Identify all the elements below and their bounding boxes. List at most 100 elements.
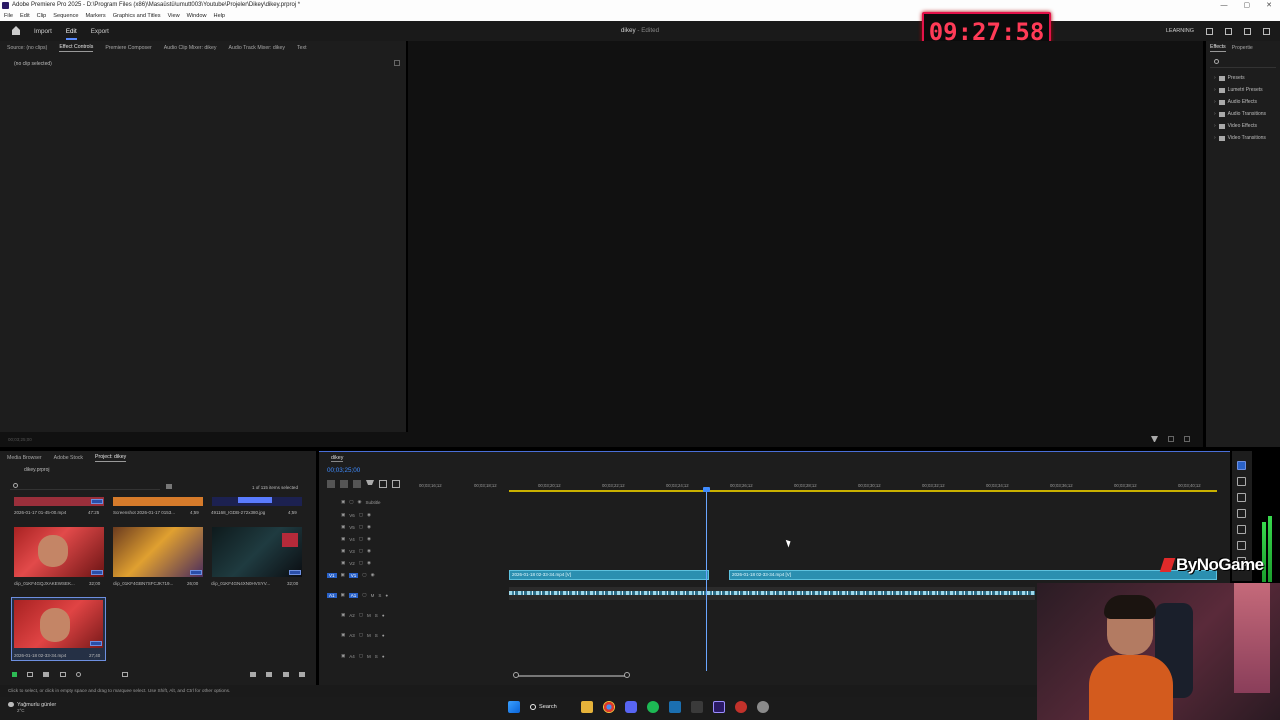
- obs-icon[interactable]: [734, 701, 747, 713]
- toggle-sync-icon[interactable]: ▢: [349, 499, 353, 505]
- close-button[interactable]: ✕: [1266, 0, 1272, 11]
- eye-icon[interactable]: ◉: [367, 524, 371, 530]
- tab-audio-track-mixer[interactable]: Audio Track Mixer: dikey: [229, 45, 286, 51]
- toggle-sync-icon[interactable]: ▢: [359, 512, 363, 518]
- lock-icon[interactable]: ▣: [341, 548, 345, 554]
- effects-item-audio-transitions[interactable]: › Audio Transitions: [1206, 108, 1280, 120]
- effects-search-input[interactable]: [1210, 58, 1276, 68]
- lock-icon[interactable]: ▣: [341, 653, 345, 659]
- tab-properties[interactable]: Propertie: [1232, 45, 1253, 51]
- timeline-timecode[interactable]: 00;03;25;00: [327, 467, 360, 474]
- file-explorer-icon[interactable]: [580, 701, 593, 713]
- discord-icon[interactable]: [624, 701, 637, 713]
- automate-icon[interactable]: [250, 672, 256, 677]
- lock-icon[interactable]: ▣: [341, 536, 345, 542]
- menu-file[interactable]: File: [4, 11, 13, 21]
- menu-clip[interactable]: Clip: [37, 11, 47, 21]
- tab-premiere-composer[interactable]: Premiere Composer: [105, 45, 151, 51]
- scrollbar-end-handle[interactable]: [624, 672, 630, 678]
- source-patch-v1[interactable]: V1: [327, 572, 337, 578]
- eye-icon[interactable]: ◉: [367, 512, 371, 518]
- eye-icon[interactable]: ◉: [367, 560, 371, 566]
- export-frame-icon[interactable]: [1168, 436, 1174, 442]
- effects-item-video-effects[interactable]: › Video Effects: [1206, 120, 1280, 132]
- icon-view-icon[interactable]: [43, 672, 49, 677]
- nest-icon[interactable]: [327, 480, 335, 488]
- tab-text[interactable]: Text: [297, 45, 307, 51]
- sequence-tab[interactable]: dikey: [331, 455, 344, 462]
- thumbnail-image[interactable]: [212, 497, 302, 506]
- timeline-horizontal-scrollbar[interactable]: [516, 675, 628, 677]
- captions-icon[interactable]: [392, 480, 400, 488]
- tab-audio-clip-mixer[interactable]: Audio Clip Mixer: dikey: [164, 45, 217, 51]
- program-monitor[interactable]: [408, 41, 1203, 432]
- premiere-pro-icon[interactable]: [712, 701, 725, 713]
- tab-media-browser[interactable]: Media Browser: [7, 455, 42, 461]
- lock-icon[interactable]: ▣: [341, 560, 345, 566]
- thumbnail-clip[interactable]: [14, 497, 104, 506]
- sync-lock-icon[interactable]: ▢: [359, 612, 363, 618]
- playhead-line[interactable]: [706, 489, 707, 671]
- menu-window[interactable]: Window: [187, 11, 207, 21]
- razor-tool-icon[interactable]: [1237, 509, 1246, 518]
- start-button[interactable]: [508, 701, 520, 713]
- tab-source[interactable]: Source: (no clips): [7, 45, 47, 51]
- linked-selection-icon[interactable]: [353, 480, 361, 488]
- home-icon[interactable]: [12, 26, 20, 35]
- eye-icon[interactable]: ◉: [358, 499, 362, 505]
- microphone-icon[interactable]: ●: [382, 654, 385, 659]
- calculator-icon[interactable]: [690, 701, 703, 713]
- menu-view[interactable]: View: [168, 11, 180, 21]
- lock-icon[interactable]: ▣: [341, 592, 345, 598]
- tab-effects[interactable]: Effects: [1210, 44, 1226, 52]
- video-clip[interactable]: 2026-01-18 02-33-34.mp4 [V]: [509, 570, 709, 580]
- eye-icon[interactable]: ◉: [371, 572, 375, 578]
- microphone-icon[interactable]: ●: [385, 593, 388, 598]
- menu-help[interactable]: Help: [214, 11, 226, 21]
- ripple-edit-tool-icon[interactable]: [1237, 493, 1246, 502]
- sync-lock-icon[interactable]: ▢: [359, 653, 363, 659]
- new-item-icon[interactable]: [266, 672, 272, 677]
- video-clip[interactable]: 2026-01-18 02-33-34.mp4 [V]: [729, 570, 1217, 580]
- marker-icon[interactable]: [366, 480, 374, 488]
- solo-button[interactable]: S: [378, 593, 381, 598]
- spotify-icon[interactable]: [646, 701, 659, 713]
- toggle-sync-icon[interactable]: ▢: [359, 560, 363, 566]
- audio-clip[interactable]: [509, 587, 1035, 600]
- effects-item-video-transitions[interactable]: › Video Transitions: [1206, 132, 1280, 144]
- mute-button[interactable]: M: [367, 633, 371, 638]
- find-icon[interactable]: [283, 672, 289, 677]
- microphone-icon[interactable]: ●: [382, 613, 385, 618]
- minimize-button[interactable]: —: [1221, 0, 1228, 11]
- chrome-icon[interactable]: [602, 701, 615, 713]
- workspaces-icon[interactable]: [1206, 27, 1213, 35]
- menu-markers[interactable]: Markers: [86, 11, 106, 21]
- track-select-tool-icon[interactable]: [1237, 477, 1246, 486]
- lock-icon[interactable]: ▣: [341, 524, 345, 530]
- thumbnail-screenshot[interactable]: [113, 497, 203, 506]
- toggle-sync-icon[interactable]: ▢: [359, 548, 363, 554]
- effects-item-lumetri-presets[interactable]: › Lumetri Presets: [1206, 84, 1280, 96]
- weather-widget[interactable]: Yağmurlu günler 2°C: [8, 702, 56, 713]
- lock-icon[interactable]: ▣: [341, 572, 345, 578]
- mute-button[interactable]: M: [367, 613, 371, 618]
- quick-export-icon[interactable]: [1225, 27, 1232, 35]
- menu-graphics[interactable]: Graphics and Titles: [113, 11, 161, 21]
- thumbnail-clip[interactable]: [14, 527, 104, 577]
- nav-edit[interactable]: Edit: [65, 28, 77, 40]
- sort-icon[interactable]: [122, 672, 128, 677]
- playhead-handle[interactable]: [703, 487, 710, 492]
- menu-edit[interactable]: Edit: [20, 11, 30, 21]
- track-target-v1[interactable]: V1: [348, 572, 359, 578]
- lock-icon[interactable]: ▣: [341, 632, 345, 638]
- new-bin-icon[interactable]: [166, 484, 172, 489]
- slip-tool-icon[interactable]: [1237, 525, 1246, 534]
- tab-effect-controls[interactable]: Effect Controls: [59, 44, 94, 52]
- panel-expand-icon[interactable]: [394, 60, 400, 66]
- list-view-icon[interactable]: [27, 672, 33, 677]
- zoom-slider-handle[interactable]: [76, 672, 81, 677]
- eye-icon[interactable]: ◉: [367, 548, 371, 554]
- steam-icon[interactable]: [668, 701, 681, 713]
- settings-icon[interactable]: [1184, 436, 1190, 442]
- filter-icon[interactable]: [1151, 436, 1158, 443]
